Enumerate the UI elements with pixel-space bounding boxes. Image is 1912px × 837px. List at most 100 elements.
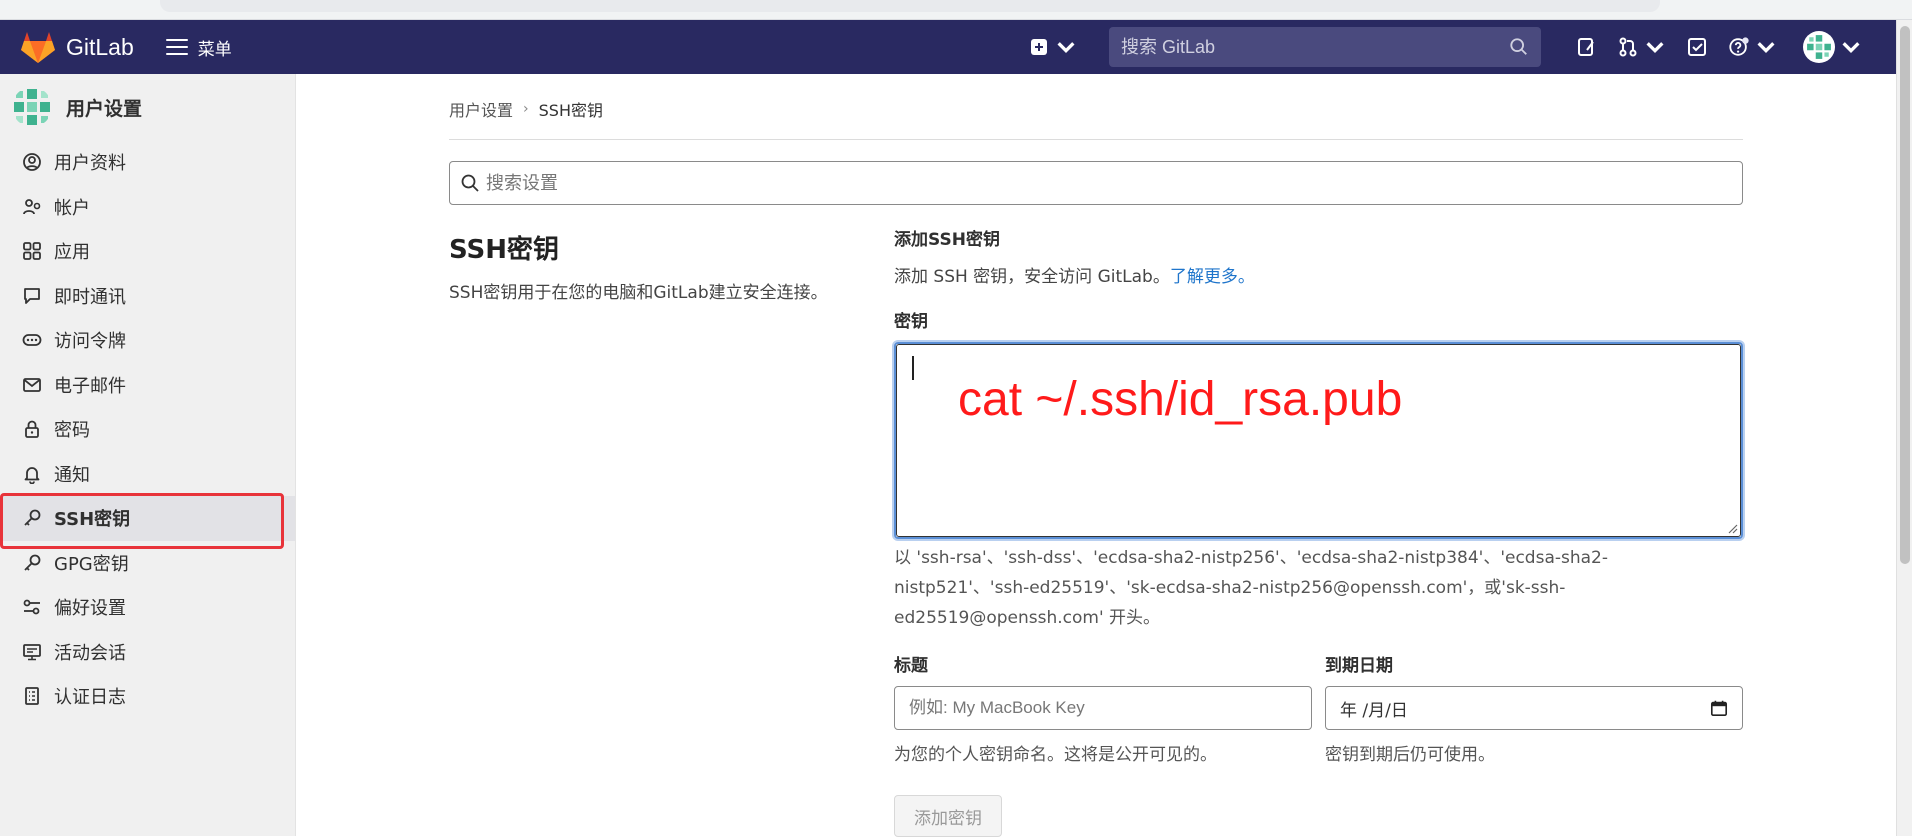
expiry-hint: 密钥到期后仍可使用。 bbox=[1325, 745, 1495, 765]
chevron-down-icon bbox=[1757, 42, 1775, 54]
settings-sidebar: 用户设置 用户资料 帐户 应用 即时通讯 访问令牌 电子邮件 密码 通知 SSH… bbox=[0, 74, 296, 836]
sidebar-item-gpg-keys[interactable]: GPG密钥 bbox=[0, 541, 295, 586]
sidebar-item-label: SSH密钥 bbox=[54, 509, 131, 531]
global-search[interactable] bbox=[1109, 27, 1541, 67]
issues-button[interactable] bbox=[1575, 36, 1597, 58]
top-navbar: GitLab 菜单 bbox=[0, 20, 1896, 74]
chevron-right-icon: › bbox=[523, 100, 529, 117]
sidebar-item-label: 密码 bbox=[54, 420, 90, 442]
sidebar-header[interactable]: 用户设置 bbox=[0, 74, 295, 140]
sidebar-item-applications[interactable]: 应用 bbox=[0, 229, 295, 274]
page-scrollbar[interactable] bbox=[1896, 20, 1912, 836]
sidebar-item-ssh-keys[interactable]: SSH密钥 bbox=[0, 493, 295, 549]
settings-search[interactable] bbox=[449, 161, 1743, 205]
sidebar-item-label: 偏好设置 bbox=[54, 598, 126, 620]
sidebar-item-preferences[interactable]: 偏好设置 bbox=[0, 585, 295, 630]
sidebar-item-label: 应用 bbox=[54, 242, 90, 264]
bell-icon bbox=[24, 466, 40, 484]
help-dropdown[interactable] bbox=[1728, 36, 1777, 58]
section-intro: SSH密钥 SSH密钥用于在您的电脑和GitLab建立安全连接。 bbox=[449, 225, 894, 837]
sidebar-item-chat[interactable]: 即时通讯 bbox=[0, 274, 295, 319]
sidebar-item-label: 认证日志 bbox=[54, 687, 126, 709]
monitor-icon bbox=[23, 643, 41, 661]
search-icon bbox=[1510, 38, 1527, 55]
title-input-box[interactable] bbox=[894, 686, 1312, 730]
sidebar-title: 用户设置 bbox=[66, 97, 143, 120]
log-icon bbox=[25, 687, 39, 706]
sidebar-item-access-tokens[interactable]: 访问令牌 bbox=[0, 318, 295, 363]
breadcrumb: 用户设置 › SSH密钥 bbox=[449, 74, 1743, 140]
add-ssh-key-form: 添加SSH密钥 添加 SSH 密钥，安全访问 GitLab。了解更多。 密钥 c… bbox=[894, 225, 1743, 837]
sidebar-item-active-sessions[interactable]: 活动会话 bbox=[0, 630, 295, 675]
key-icon bbox=[24, 509, 41, 526]
settings-search-input[interactable] bbox=[486, 172, 1732, 194]
merge-requests-dropdown[interactable] bbox=[1617, 36, 1666, 58]
search-icon bbox=[461, 174, 479, 192]
preferences-icon bbox=[23, 599, 40, 615]
form-intro: 添加 SSH 密钥，安全访问 GitLab。了解更多。 bbox=[894, 262, 1743, 287]
gitlab-logo[interactable]: GitLab bbox=[20, 30, 134, 64]
avatar bbox=[12, 87, 52, 127]
todos-button[interactable] bbox=[1686, 36, 1708, 58]
issues-icon bbox=[1578, 38, 1594, 56]
text-cursor bbox=[912, 356, 914, 380]
title-input[interactable] bbox=[909, 698, 1297, 718]
help-icon bbox=[1729, 37, 1749, 56]
token-icon bbox=[22, 334, 42, 347]
form-intro-text: 添加 SSH 密钥，安全访问 GitLab。 bbox=[894, 267, 1170, 287]
sidebar-item-profile[interactable]: 用户资料 bbox=[0, 140, 295, 185]
key-label: 密钥 bbox=[894, 312, 928, 332]
expiry-label: 到期日期 bbox=[1325, 656, 1393, 676]
expiry-date-input[interactable]: 年 /月/日 bbox=[1325, 686, 1743, 730]
chat-icon bbox=[24, 287, 40, 304]
address-bar[interactable] bbox=[160, 0, 1660, 12]
sidebar-item-password[interactable]: 密码 bbox=[0, 407, 295, 452]
chevron-down-icon bbox=[1842, 42, 1860, 54]
main-menu-button[interactable]: 菜单 bbox=[165, 35, 232, 60]
tanuki-icon bbox=[21, 32, 55, 63]
sidebar-item-notifications[interactable]: 通知 bbox=[0, 452, 295, 497]
scrollbar-thumb[interactable] bbox=[1900, 26, 1910, 564]
main-content: 用户设置 › SSH密钥 SSH密钥 SSH密钥用于在您的电脑和GitLab建立… bbox=[449, 74, 1743, 837]
sidebar-item-label: 即时通讯 bbox=[54, 286, 126, 308]
page-title: SSH密钥 bbox=[449, 235, 560, 265]
account-icon bbox=[23, 198, 41, 215]
brand-name: GitLab bbox=[66, 33, 134, 60]
plus-square-icon bbox=[1031, 39, 1047, 55]
title-label: 标题 bbox=[894, 656, 928, 676]
todo-check-icon bbox=[1688, 38, 1706, 56]
new-item-dropdown[interactable] bbox=[1028, 36, 1077, 58]
global-search-input[interactable] bbox=[1121, 36, 1509, 58]
identicon-icon bbox=[1807, 35, 1831, 59]
sidebar-item-label: 电子邮件 bbox=[54, 375, 126, 397]
breadcrumb-current[interactable]: SSH密钥 bbox=[539, 97, 603, 121]
sidebar-item-account[interactable]: 帐户 bbox=[0, 185, 295, 230]
applications-icon bbox=[23, 242, 41, 261]
lock-icon bbox=[25, 420, 39, 439]
sidebar-item-label: 帐户 bbox=[54, 197, 90, 219]
chevron-down-icon bbox=[1057, 42, 1075, 54]
menu-label: 菜单 bbox=[197, 39, 232, 60]
resize-handle-icon[interactable] bbox=[1726, 522, 1738, 534]
key-textarea-wrapper[interactable]: cat ~/.ssh/id_rsa.pub bbox=[894, 342, 1743, 539]
key-format-hint: 以 'ssh-rsa'、'ssh-dss'、'ecdsa-sha2-nistp2… bbox=[894, 548, 1609, 628]
calendar-icon[interactable] bbox=[1710, 699, 1728, 717]
mail-icon bbox=[23, 377, 41, 392]
sidebar-item-label: 活动会话 bbox=[54, 642, 126, 664]
add-key-button[interactable]: 添加密钥 bbox=[894, 795, 1002, 837]
section-description: SSH密钥用于在您的电脑和GitLab建立安全连接。 bbox=[449, 283, 828, 303]
sidebar-item-label: GPG密钥 bbox=[54, 553, 129, 575]
breadcrumb-parent-link[interactable]: 用户设置 bbox=[449, 97, 513, 121]
sidebar-item-emails[interactable]: 电子邮件 bbox=[0, 363, 295, 408]
expiry-field: 到期日期 年 /月/日 密钥到期后仍可使用。 bbox=[1325, 651, 1743, 765]
user-menu-dropdown[interactable] bbox=[1803, 31, 1862, 63]
sidebar-item-label: 用户资料 bbox=[54, 153, 126, 175]
key-textarea[interactable] bbox=[896, 344, 1741, 537]
learn-more-link[interactable]: 了解更多。 bbox=[1170, 267, 1255, 287]
user-icon bbox=[23, 153, 41, 172]
chevron-down-icon bbox=[1646, 42, 1664, 54]
form-heading: 添加SSH密钥 bbox=[894, 230, 1000, 250]
title-field: 标题 为您的个人密钥命名。这将是公开可见的。 bbox=[894, 651, 1312, 765]
sidebar-item-auth-log[interactable]: 认证日志 bbox=[0, 674, 295, 719]
title-hint: 为您的个人密钥命名。这将是公开可见的。 bbox=[894, 745, 1217, 765]
